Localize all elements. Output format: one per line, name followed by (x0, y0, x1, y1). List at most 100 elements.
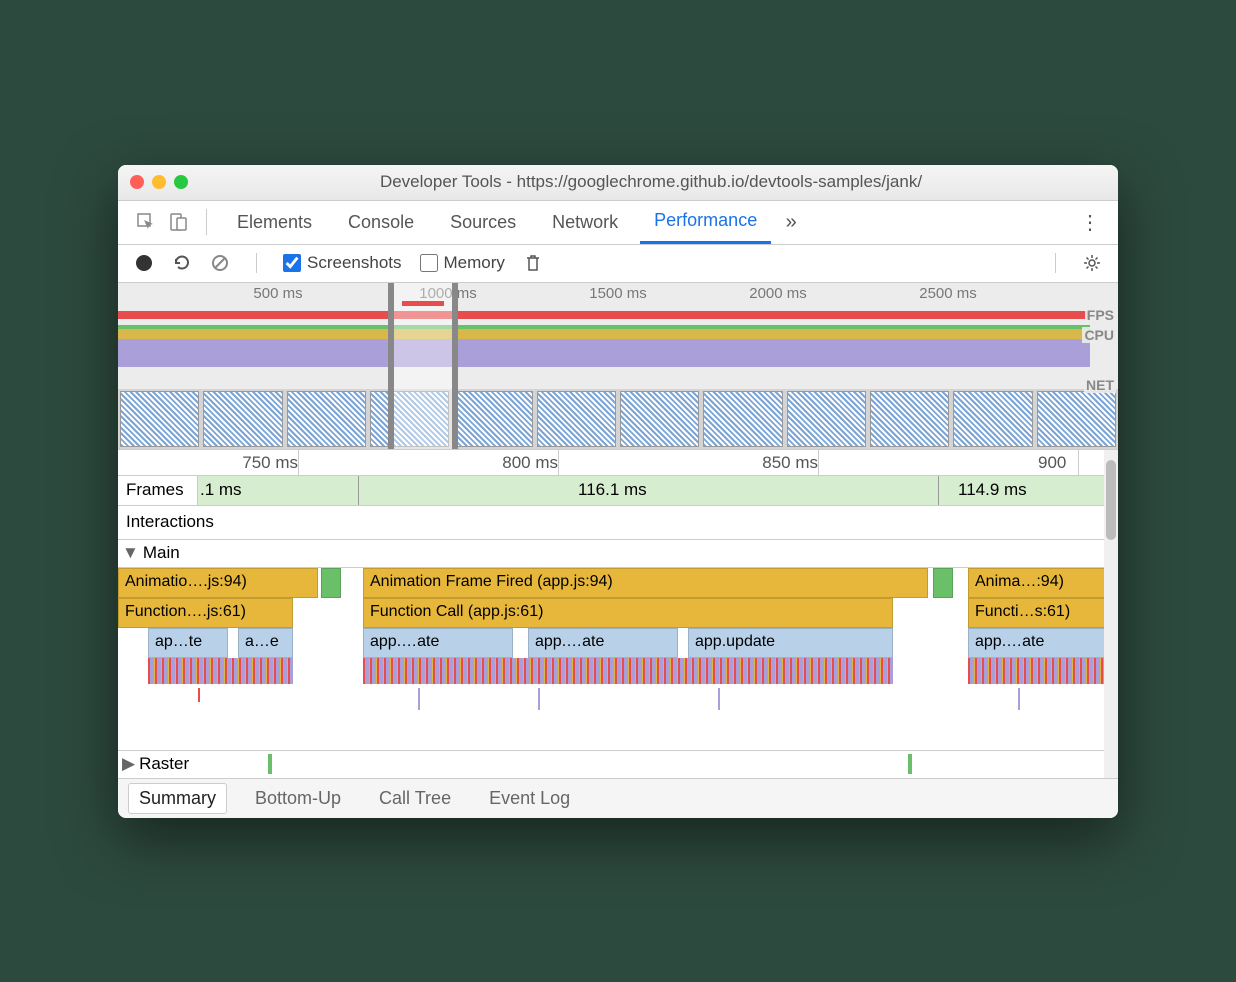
frame-duration: 116.1 ms (578, 480, 647, 500)
screenshots-label: Screenshots (307, 253, 402, 273)
tab-elements[interactable]: Elements (223, 200, 326, 244)
minimize-icon[interactable] (152, 175, 166, 189)
ruler-tick: 2500 ms (919, 285, 977, 302)
ruler-tick: 2000 ms (749, 285, 807, 302)
frame-duration: .1 ms (200, 480, 242, 500)
scrollbar-thumb[interactable] (1106, 460, 1116, 540)
flame-event[interactable]: Function….js:61) (118, 598, 293, 628)
flame-tick (198, 688, 200, 702)
flame-chart[interactable]: Animatio….js:94) Animation Frame Fired (… (118, 568, 1118, 778)
screenshot-thumb[interactable] (203, 391, 282, 447)
record-button[interactable] (134, 253, 154, 273)
separator (256, 253, 257, 273)
flame-tick (1018, 688, 1020, 710)
cpu-label: CPU (1082, 327, 1116, 343)
scrollbar[interactable] (1104, 450, 1118, 778)
reload-button[interactable] (172, 253, 192, 273)
kebab-menu-icon[interactable]: ⋮ (1078, 210, 1102, 234)
flame-event[interactable]: app.update (688, 628, 893, 658)
screenshots-checkbox[interactable]: Screenshots (283, 253, 402, 273)
flame-event[interactable]: app.…ate (528, 628, 678, 658)
trash-icon[interactable] (523, 253, 543, 273)
screenshot-thumb[interactable] (953, 391, 1032, 447)
screenshot-thumb[interactable] (870, 391, 949, 447)
clear-button[interactable] (210, 253, 230, 273)
flame-tick (418, 688, 420, 710)
net-lane: NET (118, 375, 1118, 389)
perf-toolbar: Screenshots Memory (118, 245, 1118, 283)
expand-icon[interactable]: ▼ (122, 543, 139, 563)
flame-event[interactable]: Animatio….js:94) (118, 568, 318, 598)
flame-tick (538, 688, 540, 710)
fps-label: FPS (1085, 307, 1116, 323)
raster-row[interactable]: ▶ Raster (118, 750, 1118, 778)
memory-label: Memory (444, 253, 505, 273)
tab-sources[interactable]: Sources (436, 200, 530, 244)
flame-event[interactable] (321, 568, 341, 598)
net-label: NET (1084, 377, 1116, 393)
overview-ruler[interactable]: 500 ms 1000 ms 1500 ms 2000 ms 2500 ms (118, 283, 1118, 305)
device-toggle-icon[interactable] (166, 210, 190, 234)
detail-pane[interactable]: 750 ms 800 ms 850 ms 900 ms Frames .1 ms… (118, 450, 1118, 778)
more-tabs-icon[interactable]: » (779, 210, 803, 234)
window-title: Developer Tools - https://googlechrome.g… (196, 172, 1106, 192)
raster-event[interactable] (268, 754, 272, 774)
overview-viewport-handle[interactable] (388, 283, 458, 449)
flame-tick (718, 688, 720, 710)
frame-duration: 114.9 ms (958, 480, 1027, 500)
screenshot-thumb[interactable] (537, 391, 616, 447)
flame-event[interactable]: app.…ate (363, 628, 513, 658)
ruler-tick: 850 ms (762, 453, 818, 473)
flame-micro[interactable] (363, 658, 893, 684)
panel-tabs: Elements Console Sources Network Perform… (118, 201, 1118, 245)
interactions-row[interactable]: Interactions (118, 506, 1118, 540)
flame-micro[interactable] (968, 658, 1118, 684)
tab-eventlog[interactable]: Event Log (479, 784, 580, 813)
screenshot-thumb[interactable] (703, 391, 782, 447)
screenshot-thumb[interactable] (787, 391, 866, 447)
tab-console[interactable]: Console (334, 200, 428, 244)
interactions-label: Interactions (126, 512, 214, 532)
tab-bottomup[interactable]: Bottom-Up (245, 784, 351, 813)
raster-event[interactable] (908, 754, 912, 774)
close-icon[interactable] (130, 175, 144, 189)
tab-performance[interactable]: Performance (640, 200, 771, 244)
flame-event[interactable]: Anima…:94) (968, 568, 1118, 598)
main-label: Main (143, 543, 180, 563)
frames-label: Frames (118, 476, 198, 505)
memory-checkbox[interactable]: Memory (420, 253, 505, 273)
flame-event[interactable]: app.…ate (968, 628, 1118, 658)
tab-network[interactable]: Network (538, 200, 632, 244)
frames-row[interactable]: Frames .1 ms 116.1 ms 114.9 ms (118, 476, 1118, 506)
devtools-window: Developer Tools - https://googlechrome.g… (118, 165, 1118, 818)
tab-summary[interactable]: Summary (128, 783, 227, 814)
detail-ruler[interactable]: 750 ms 800 ms 850 ms 900 ms (118, 450, 1118, 476)
screenshot-thumb[interactable] (453, 391, 532, 447)
screenshot-thumb[interactable] (287, 391, 366, 447)
flame-event[interactable] (933, 568, 953, 598)
ruler-tick: 750 ms (242, 453, 298, 473)
screenshot-thumb[interactable] (120, 391, 199, 447)
inspect-icon[interactable] (134, 210, 158, 234)
tab-calltree[interactable]: Call Tree (369, 784, 461, 813)
screenshot-thumb[interactable] (1037, 391, 1116, 447)
main-thread-header[interactable]: ▼ Main (118, 540, 1118, 568)
maximize-icon[interactable] (174, 175, 188, 189)
flame-event[interactable]: Function Call (app.js:61) (363, 598, 893, 628)
flame-micro[interactable] (148, 658, 293, 684)
screenshots-strip (118, 389, 1118, 449)
ruler-tick: 800 ms (502, 453, 558, 473)
ruler-tick: 1500 ms (589, 285, 647, 302)
bottom-tabs: Summary Bottom-Up Call Tree Event Log (118, 778, 1118, 818)
flame-event[interactable]: a…e (238, 628, 293, 658)
separator (1055, 253, 1056, 273)
flame-event[interactable]: ap…te (148, 628, 228, 658)
settings-icon[interactable] (1082, 253, 1102, 273)
expand-icon[interactable]: ▶ (122, 754, 135, 774)
flame-event[interactable]: Animation Frame Fired (app.js:94) (363, 568, 928, 598)
flame-event[interactable]: Functi…s:61) (968, 598, 1118, 628)
cpu-lane: CPU (118, 325, 1118, 375)
screenshot-thumb[interactable] (620, 391, 699, 447)
fps-lane: FPS (118, 305, 1118, 325)
overview-pane[interactable]: 500 ms 1000 ms 1500 ms 2000 ms 2500 ms F… (118, 283, 1118, 450)
